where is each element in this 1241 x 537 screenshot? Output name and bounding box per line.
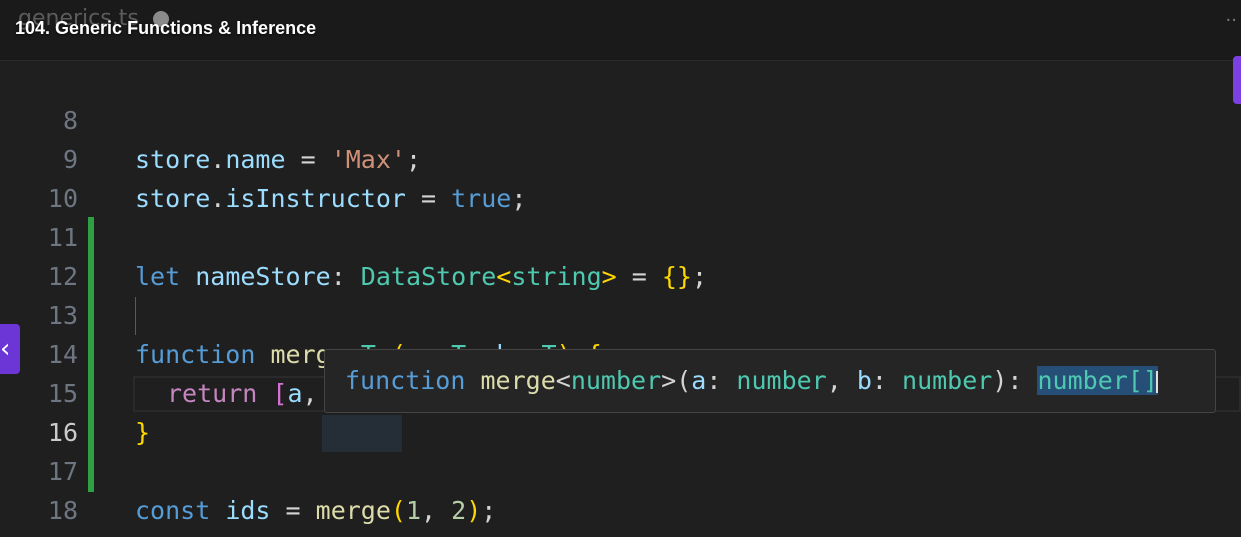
code-line: 14 return [a, b]; (0, 296, 1241, 408)
code-line: 9 store.isInstructor = true; (0, 101, 1241, 213)
type-signature: function merge<number>(a: number, b: num… (345, 366, 1158, 395)
code-line: 8 store.name = 'Max'; (0, 62, 1241, 174)
selected-return-type: number[] (1037, 366, 1158, 395)
code-line: 13 function merge<T>(a: T, b: T) { (0, 257, 1241, 369)
chevron-left-icon: ‹ (0, 334, 11, 364)
line-number: 18 (47, 496, 78, 525)
video-title: 104. Generic Functions & Inference (15, 18, 317, 38)
hover-tooltip[interactable]: function merge<number>(a: number, b: num… (324, 349, 1216, 413)
editor-tab-bar: generics.ts 104. Generic Functions & Inf… (0, 0, 1241, 61)
mouse-cursor-icon (1155, 371, 1158, 393)
side-panel-tab[interactable] (1233, 56, 1241, 104)
code-line: 17 const ids = merge(1, 2); (0, 413, 1241, 525)
code-line: 12 (0, 218, 1241, 291)
more-actions-icon[interactable]: ·· (1226, 10, 1237, 31)
code-line: 18 (0, 452, 1241, 525)
code-text: const ids = merge(1, 2); (135, 496, 497, 525)
previous-button[interactable]: ‹ (0, 324, 20, 374)
code-line: 10 (0, 140, 1241, 213)
code-editor[interactable]: 8 store.name = 'Max'; 9 store.isInstruct… (0, 61, 1241, 537)
code-line: 11 let nameStore: DataStore<string> = {}… (0, 179, 1241, 291)
video-player: generics.ts 104. Generic Functions & Inf… (0, 0, 1241, 537)
